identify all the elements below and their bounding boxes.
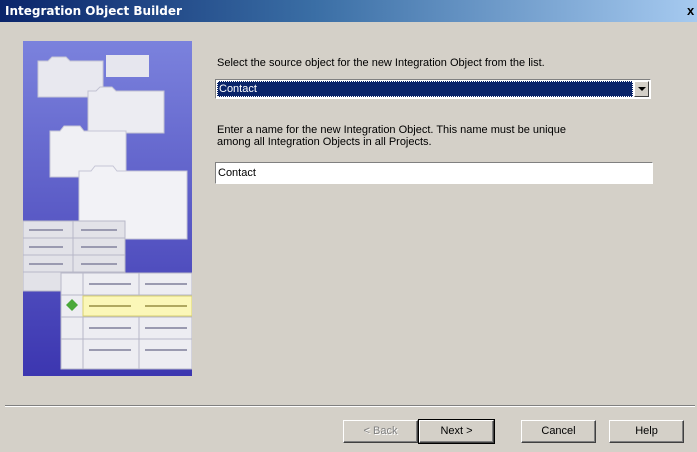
window-frame — [0, 22, 5, 452]
window-title: Integration Object Builder — [5, 4, 182, 18]
footer-divider-highlight — [5, 406, 695, 407]
object-name-prompt: Enter a name for the new Integration Obj… — [217, 124, 566, 148]
folders-grid-illustration — [23, 41, 192, 376]
chevron-down-icon — [638, 87, 646, 91]
source-object-selected-value[interactable]: Contact — [217, 81, 633, 97]
next-button[interactable]: Next > — [418, 419, 495, 444]
close-button[interactable]: x — [687, 3, 697, 18]
source-object-prompt: Select the source object for the new Int… — [217, 57, 545, 69]
help-button[interactable]: Help — [609, 420, 684, 443]
cancel-button[interactable]: Cancel — [521, 420, 596, 443]
title-bar: Integration Object Builder x — [0, 0, 697, 22]
dropdown-arrow-button[interactable] — [634, 81, 649, 97]
object-name-input[interactable]: Contact — [215, 162, 653, 184]
wizard-illustration — [23, 41, 192, 376]
source-object-dropdown[interactable]: Contact — [215, 79, 651, 99]
back-button[interactable]: < Back — [343, 420, 418, 443]
